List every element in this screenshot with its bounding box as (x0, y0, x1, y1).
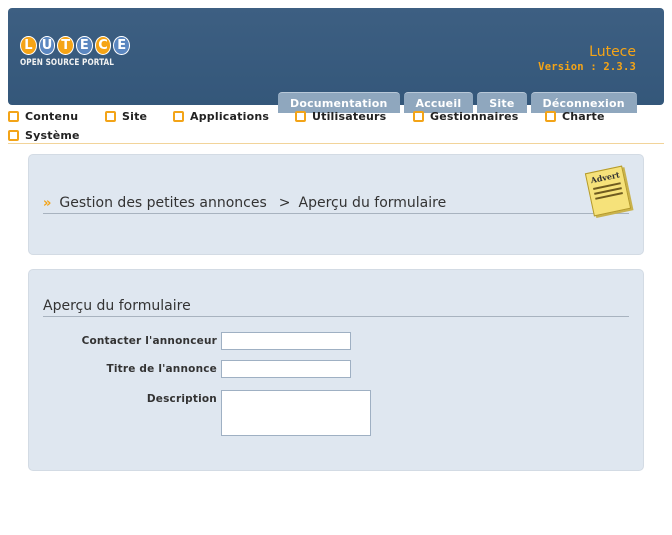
menu-item-label: Contenu (25, 110, 79, 123)
version-label: Version : 2.3.3 (538, 61, 636, 73)
ad-title-input[interactable] (221, 360, 351, 378)
menu-item-label: Charte (562, 110, 605, 123)
logo-letter: L (20, 36, 37, 55)
app-header: L U T E C E OPEN SOURCE PORTAL Lutece Ve… (8, 8, 664, 113)
contact-label: Contacter l'annonceur (81, 335, 217, 347)
menu-bullet-icon (545, 111, 556, 122)
form-row-description: Description (43, 390, 371, 436)
site-name: Lutece (589, 44, 636, 60)
menu-bullet-icon (413, 111, 424, 122)
breadcrumb-separator: > (278, 195, 291, 211)
menu-bullet-icon (8, 130, 19, 141)
main-menu: Contenu Site Applications Utilisateurs G… (8, 108, 664, 144)
ad-title-label: Titre de l'annonce (106, 363, 217, 375)
double-chevron-right-icon: » (43, 195, 52, 211)
breadcrumb-root[interactable]: Gestion des petites annonces (59, 195, 266, 211)
menu-bullet-icon (295, 111, 306, 122)
form-row-contact: Contacter l'annonceur (43, 332, 351, 350)
menu-item-applications[interactable]: Applications (173, 110, 269, 123)
menu-item-label: Applications (190, 110, 270, 123)
logo-letter: C (94, 36, 112, 55)
page-title: » Gestion des petites annonces > Aperçu … (43, 195, 629, 214)
lutece-logo[interactable]: L U T E C E OPEN SOURCE PORTAL (20, 36, 131, 76)
description-label: Description (146, 393, 217, 405)
breadcrumb-current: Aperçu du formulaire (298, 195, 447, 211)
menu-item-contenu[interactable]: Contenu (8, 110, 78, 123)
form-row-title: Titre de l'annonce (43, 360, 351, 378)
form-panel: Aperçu du formulaire Contacter l'annonce… (28, 269, 644, 471)
menu-bullet-icon (173, 111, 184, 122)
advert-icon: Advert (584, 165, 632, 217)
menu-bullet-icon (8, 111, 19, 122)
form-title: Aperçu du formulaire (43, 298, 629, 317)
logo-letters: L U T E C E (20, 36, 131, 55)
menu-item-utilisateurs[interactable]: Utilisateurs (295, 110, 386, 123)
description-textarea[interactable] (221, 390, 371, 436)
title-panel: » Gestion des petites annonces > Aperçu … (28, 154, 644, 255)
logo-subtitle: OPEN SOURCE PORTAL (20, 58, 115, 68)
contact-input[interactable] (221, 332, 351, 350)
logo-letter: U (38, 36, 56, 55)
menu-item-label: Utilisateurs (312, 110, 387, 123)
menu-bullet-icon (105, 111, 116, 122)
menu-item-site[interactable]: Site (105, 110, 147, 123)
menu-item-label: Gestionnaires (430, 110, 519, 123)
menu-item-gestionnaires[interactable]: Gestionnaires (413, 110, 519, 123)
logo-letter: E (113, 36, 131, 55)
menu-item-label: Système (25, 129, 80, 142)
menu-item-charte[interactable]: Charte (545, 110, 605, 123)
menu-item-label: Site (122, 110, 148, 123)
logo-letter: T (57, 36, 75, 55)
menu-item-systeme[interactable]: Système (8, 129, 80, 142)
menu-divider (8, 143, 664, 144)
logo-letter: E (76, 36, 93, 55)
